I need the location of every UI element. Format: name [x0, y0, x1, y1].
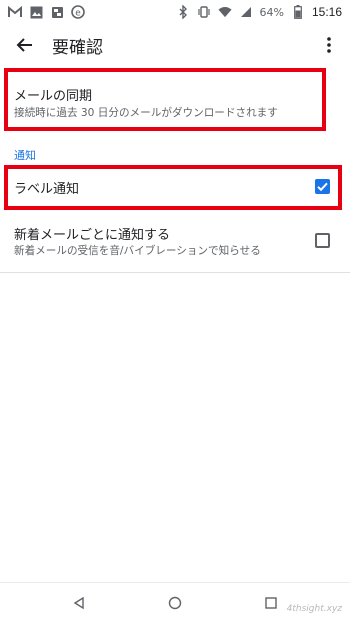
clock: 15:16	[311, 5, 342, 19]
gmail-icon	[8, 5, 22, 19]
highlight-box-sync	[4, 68, 326, 131]
nav-home-button[interactable]	[165, 593, 185, 613]
vibrate-icon	[197, 5, 211, 19]
notification-icons: e	[8, 4, 85, 20]
new-mail-notification-subtitle: 新着メールの受信を音/バイブレーションで知らせる	[14, 245, 261, 257]
app-bar: 要確認	[0, 24, 350, 66]
folder-icon	[50, 5, 64, 19]
arrow-back-icon	[16, 38, 32, 52]
nav-recents-button[interactable]	[261, 593, 281, 613]
circle-home-icon	[168, 596, 182, 610]
new-mail-notification-checkbox[interactable]	[315, 233, 330, 248]
navigation-bar	[0, 582, 350, 622]
square-recents-icon	[265, 597, 277, 609]
new-mail-notification-title: 新着メールごとに通知する	[14, 228, 171, 243]
new-mail-notification-row[interactable]: 新着メールごとに通知する 新着メールの受信を音/バイブレーションで知らせる	[0, 218, 350, 268]
system-icons: 64% 15:16	[176, 3, 342, 21]
bluetooth-icon	[176, 5, 190, 19]
triangle-back-icon	[73, 596, 84, 610]
more-vert-icon	[327, 37, 331, 53]
watermark: 4thsight.xyz	[286, 604, 342, 614]
e-circle-icon: e	[71, 5, 85, 19]
back-button[interactable]	[12, 32, 38, 58]
wifi-icon	[217, 5, 232, 19]
page-title: 要確認	[52, 38, 103, 58]
nav-back-button[interactable]	[69, 593, 89, 613]
highlight-box-label-notification	[4, 165, 342, 210]
notification-section-header: 通知	[14, 149, 36, 162]
image-icon	[29, 5, 43, 19]
divider	[0, 272, 350, 273]
battery-icon	[291, 5, 305, 19]
battery-percent: 64%	[259, 5, 284, 19]
signal-icon	[239, 5, 253, 19]
status-bar: e 64% 15:16	[0, 0, 350, 24]
svg-text:e: e	[75, 9, 81, 19]
more-options-button[interactable]	[316, 32, 342, 58]
